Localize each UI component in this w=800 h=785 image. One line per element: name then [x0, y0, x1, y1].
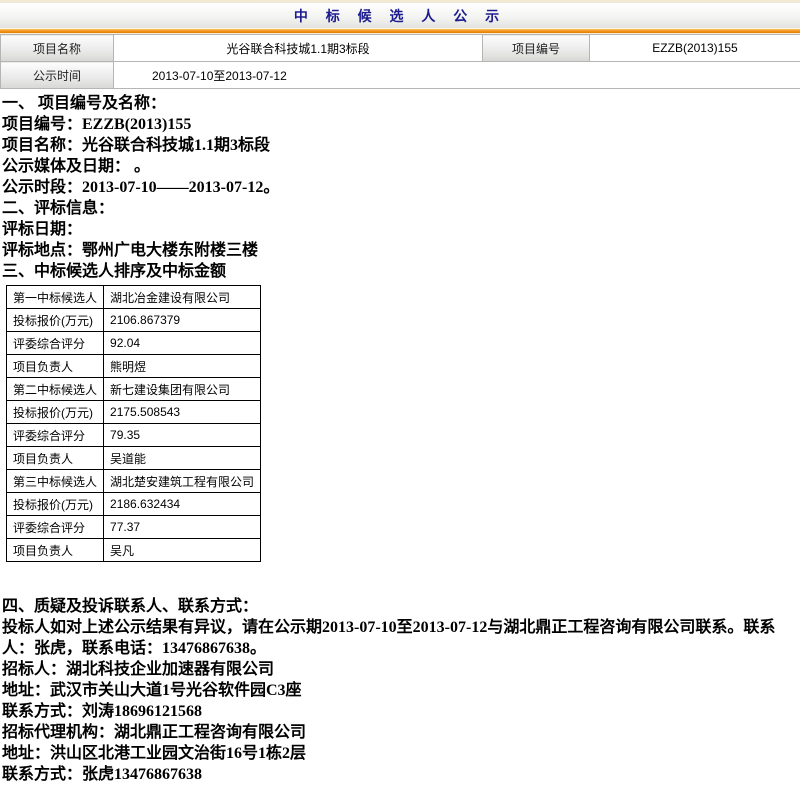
- row-label: 第三中标候选人: [7, 470, 104, 493]
- table-row: 项目负责人 吴凡: [7, 539, 261, 562]
- tenderer-address-line: 地址：武汉市关山大道1号光谷软件园C3座: [2, 680, 798, 701]
- evaluation-place-line: 评标地点：鄂州广电大楼东附楼三楼: [2, 240, 798, 261]
- row-value: 熊明煜: [104, 355, 261, 378]
- row-value: 79.35: [104, 424, 261, 447]
- project-code-line: 项目编号：EZZB(2013)155: [2, 114, 798, 135]
- row-label: 投标报价(万元): [7, 309, 104, 332]
- row-label: 第二中标候选人: [7, 378, 104, 401]
- project-name-label: 项目名称: [1, 35, 114, 62]
- table-row: 评委综合评分 79.35: [7, 424, 261, 447]
- table-row: 评委综合评分 77.37: [7, 516, 261, 539]
- row-value: 2186.632434: [104, 493, 261, 516]
- row-value: 2175.508543: [104, 401, 261, 424]
- info-row-project: 项目名称 光谷联合科技城1.1期3标段 项目编号 EZZB(2013)155: [1, 35, 800, 62]
- row-value: 吴道能: [104, 447, 261, 470]
- section3-heading: 三、中标候选人排序及中标金额: [2, 261, 798, 282]
- agency-line: 招标代理机构：湖北鼎正工程咨询有限公司: [2, 722, 798, 743]
- table-row: 投标报价(万元) 2175.508543: [7, 401, 261, 424]
- evaluation-date-line: 评标日期：: [2, 219, 798, 240]
- table-row: 第二中标候选人 新七建设集团有限公司: [7, 378, 261, 401]
- row-label: 项目负责人: [7, 447, 104, 470]
- publicity-time-value: 2013-07-10至2013-07-12: [114, 62, 800, 89]
- candidates-table: 第一中标候选人 湖北冶金建设有限公司 投标报价(万元) 2106.867379 …: [6, 285, 261, 562]
- row-label: 投标报价(万元): [7, 401, 104, 424]
- table-row: 第三中标候选人 湖北楚安建筑工程有限公司: [7, 470, 261, 493]
- announcement-title-bar: 中 标 候 选 人 公 示: [0, 0, 800, 28]
- table-row: 评委综合评分 92.04: [7, 332, 261, 355]
- info-row-publicity-time: 公示时间 2013-07-10至2013-07-12: [1, 62, 800, 89]
- agency-address-line: 地址：洪山区北港工业园文治街16号1栋2层: [2, 743, 798, 764]
- table-row: 第一中标候选人 湖北冶金建设有限公司: [7, 286, 261, 309]
- section1-heading: 一、 项目编号及名称：: [2, 93, 798, 114]
- row-label: 项目负责人: [7, 539, 104, 562]
- project-code-value: EZZB(2013)155: [590, 35, 800, 62]
- page-title: 中 标 候 选 人 公 示: [294, 6, 506, 26]
- row-label: 投标报价(万元): [7, 493, 104, 516]
- project-name-line: 项目名称：光谷联合科技城1.1期3标段: [2, 135, 798, 156]
- row-value: 2106.867379: [104, 309, 261, 332]
- project-code-label: 项目编号: [483, 35, 590, 62]
- row-value: 湖北冶金建设有限公司: [104, 286, 261, 309]
- project-name-value: 光谷联合科技城1.1期3标段: [114, 35, 483, 62]
- table-row: 投标报价(万元) 2186.632434: [7, 493, 261, 516]
- row-value: 77.37: [104, 516, 261, 539]
- table-row: 项目负责人 熊明煜: [7, 355, 261, 378]
- row-value: 吴凡: [104, 539, 261, 562]
- row-value: 湖北楚安建筑工程有限公司: [104, 470, 261, 493]
- table-row: 投标报价(万元) 2106.867379: [7, 309, 261, 332]
- publicity-media-line: 公示媒体及日期： 。: [2, 156, 798, 177]
- tenderer-contact-line: 联系方式：刘涛18696121568: [2, 701, 798, 722]
- row-value: 92.04: [104, 332, 261, 355]
- section2-heading: 二、评标信息：: [2, 198, 798, 219]
- row-label: 第一中标候选人: [7, 286, 104, 309]
- tenderer-line: 招标人：湖北科技企业加速器有限公司: [2, 659, 798, 680]
- announcement-body: 一、 项目编号及名称： 项目编号：EZZB(2013)155 项目名称：光谷联合…: [0, 89, 800, 785]
- row-label: 评委综合评分: [7, 332, 104, 355]
- candidates-table-wrap: 第一中标候选人 湖北冶金建设有限公司 投标报价(万元) 2106.867379 …: [6, 285, 798, 562]
- table-row: 项目负责人 吴道能: [7, 447, 261, 470]
- publicity-period-line: 公示时段：2013-07-10——2013-07-12。: [2, 177, 798, 198]
- spacer: [2, 562, 798, 596]
- objection-paragraph: 投标人如对上述公示结果有异议，请在公示期2013-07-10至2013-07-1…: [2, 617, 798, 659]
- publicity-time-label: 公示时间: [1, 62, 114, 89]
- row-value: 新七建设集团有限公司: [104, 378, 261, 401]
- row-label: 评委综合评分: [7, 516, 104, 539]
- agency-contact-line: 联系方式：张虎13476867638: [2, 764, 798, 785]
- project-info-table: 项目名称 光谷联合科技城1.1期3标段 项目编号 EZZB(2013)155 公…: [0, 34, 800, 89]
- row-label: 项目负责人: [7, 355, 104, 378]
- section4-heading: 四、质疑及投诉联系人、联系方式：: [2, 596, 798, 617]
- row-label: 评委综合评分: [7, 424, 104, 447]
